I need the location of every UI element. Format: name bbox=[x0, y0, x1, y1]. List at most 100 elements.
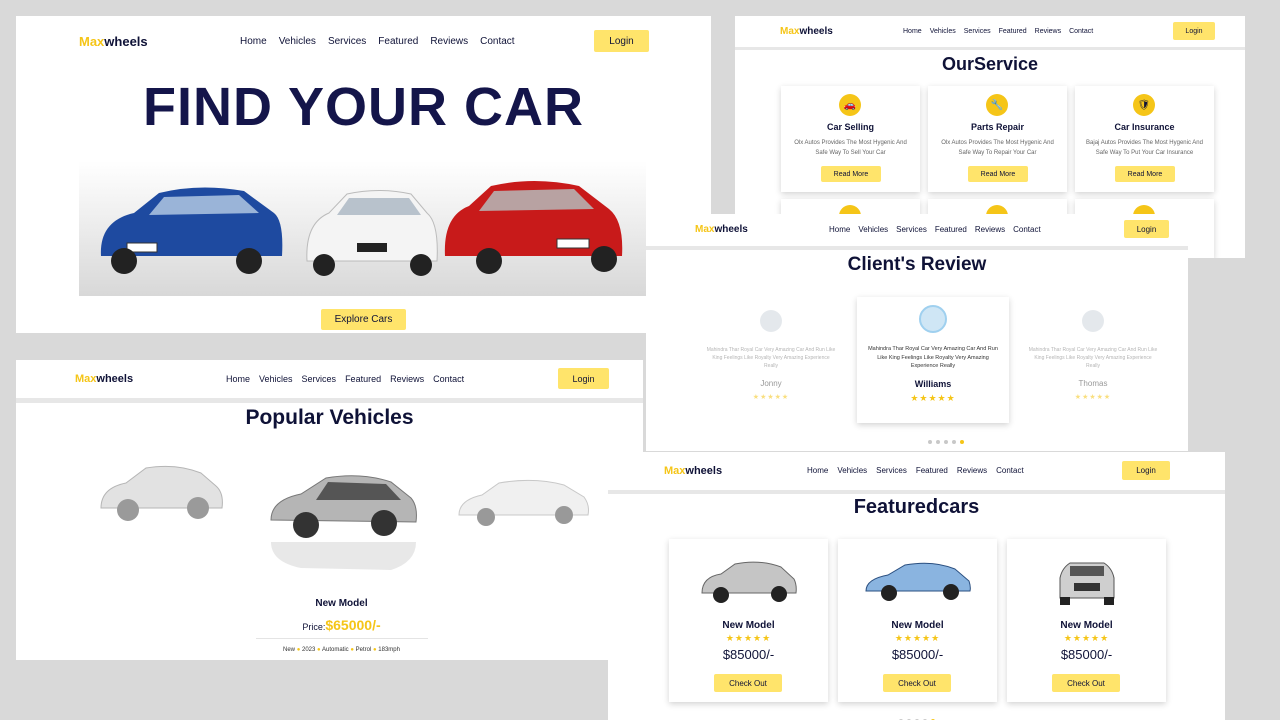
hero-headline: FIND YOUR CAR bbox=[142, 77, 585, 137]
spec-fuel: Petrol bbox=[355, 647, 372, 653]
read-more-button[interactable]: Read More bbox=[968, 166, 1028, 182]
service-card-parts-repair: 🔧 Parts Repair Olx Autos Provides The Mo… bbox=[928, 86, 1067, 192]
vehicle-specs: New ● 2023 ● Automatic ● Petrol ● 183mph bbox=[283, 647, 400, 653]
nav-links: Home Vehicles Services Featured Reviews … bbox=[829, 225, 1041, 234]
nav-featured[interactable]: Featured bbox=[378, 36, 418, 47]
section-title: Client's Review bbox=[646, 254, 1188, 276]
nav-reviews[interactable]: Reviews bbox=[430, 36, 468, 47]
price-label: Price: bbox=[302, 622, 326, 632]
logo[interactable]: Maxwheels bbox=[664, 465, 722, 477]
nav-reviews[interactable]: Reviews bbox=[957, 466, 987, 475]
title-highlight: Service bbox=[973, 54, 1039, 74]
avatar bbox=[919, 305, 947, 333]
login-button[interactable]: Login bbox=[1173, 22, 1215, 40]
navbar: Maxwheels Home Vehicles Services Feature… bbox=[608, 452, 1225, 489]
nav-contact[interactable]: Contact bbox=[480, 36, 514, 47]
spec-year: 2023 bbox=[301, 647, 316, 653]
logo[interactable]: Maxwheels bbox=[695, 224, 748, 235]
nav-links: Home Vehicles Services Featured Reviews … bbox=[240, 36, 515, 47]
title-highlight: Vehicles bbox=[329, 406, 414, 429]
nav-vehicles[interactable]: Vehicles bbox=[930, 28, 956, 35]
nav-reviews[interactable]: Reviews bbox=[1035, 28, 1061, 35]
nav-vehicles[interactable]: Vehicles bbox=[259, 374, 293, 384]
section-title: Featuredcars bbox=[608, 496, 1225, 519]
navbar: Maxwheels Home Vehicles Services Feature… bbox=[16, 16, 711, 66]
car-price: $85000/- bbox=[891, 647, 944, 662]
explore-cars-button[interactable]: Explore Cars bbox=[321, 309, 406, 330]
nav-links: Home Vehicles Services Featured Reviews … bbox=[807, 466, 1024, 475]
featured-panel: Maxwheels Home Vehicles Services Feature… bbox=[608, 452, 1225, 720]
login-button[interactable]: Login bbox=[1122, 461, 1170, 480]
review-card-side: Mahindra Thar Royal Car Very Amazing Car… bbox=[1028, 310, 1158, 401]
nav-links: Home Vehicles Services Featured Reviews … bbox=[903, 28, 1093, 35]
title-highlight: Review bbox=[920, 254, 987, 275]
avatar bbox=[760, 310, 782, 332]
nav-home[interactable]: Home bbox=[829, 225, 850, 234]
nav-services[interactable]: Services bbox=[896, 225, 927, 234]
nav-home[interactable]: Home bbox=[226, 374, 250, 384]
vehicle-model: New Model bbox=[315, 598, 368, 609]
nav-services[interactable]: Services bbox=[302, 374, 337, 384]
nav-reviews[interactable]: Reviews bbox=[975, 225, 1005, 234]
nav-home[interactable]: Home bbox=[903, 28, 922, 35]
logo[interactable]: Maxwheels bbox=[79, 34, 148, 49]
featured-car-image bbox=[700, 561, 797, 603]
review-text: Mahindra Thar Royal Car Very Amazing Car… bbox=[706, 347, 836, 369]
nav-services[interactable]: Services bbox=[964, 28, 991, 35]
read-more-button[interactable]: Read More bbox=[821, 166, 881, 182]
nav-contact[interactable]: Contact bbox=[1069, 28, 1093, 35]
service-text: Bajaj Autos Provides The Most Hygenic An… bbox=[1086, 140, 1203, 156]
review-card-active: Mahindra Thar Royal Car Very Amazing Car… bbox=[857, 297, 1009, 423]
carousel-dots[interactable] bbox=[608, 710, 1225, 720]
car-icon: 🚗 bbox=[839, 94, 861, 116]
service-text: Olx Autos Provides The Most Hygenic And … bbox=[941, 140, 1054, 156]
nav-contact[interactable]: Contact bbox=[433, 374, 464, 384]
read-more-button[interactable]: Read More bbox=[1115, 166, 1175, 182]
nav-featured[interactable]: Featured bbox=[916, 466, 948, 475]
featured-card: New Model ★★★★★ $85000/- Check Out bbox=[1007, 539, 1166, 702]
login-button[interactable]: Login bbox=[594, 30, 649, 52]
check-out-button[interactable]: Check Out bbox=[883, 674, 951, 692]
vehicle-price: Price:$65000/- bbox=[16, 617, 643, 635]
nav-contact[interactable]: Contact bbox=[996, 466, 1024, 475]
service-text: Olx Autos Provides The Most Hygenic And … bbox=[794, 140, 907, 156]
logo-prefix: Max bbox=[79, 33, 105, 49]
login-button[interactable]: Login bbox=[558, 368, 609, 389]
reviewer-name: Jonny bbox=[760, 379, 782, 388]
logo-suffix: wheels bbox=[799, 25, 833, 37]
nav-featured[interactable]: Featured bbox=[999, 28, 1027, 35]
nav-services[interactable]: Services bbox=[328, 36, 366, 47]
nav-vehicles[interactable]: Vehicles bbox=[858, 225, 888, 234]
nav-reviews[interactable]: Reviews bbox=[390, 374, 424, 384]
service-title: Car Selling bbox=[826, 122, 874, 132]
logo[interactable]: Maxwheels bbox=[75, 373, 133, 385]
review-card-side: Mahindra Thar Royal Car Very Amazing Car… bbox=[706, 310, 836, 401]
nav-vehicles[interactable]: Vehicles bbox=[279, 36, 316, 47]
logo[interactable]: Maxwheels bbox=[780, 26, 833, 37]
carousel-dots[interactable] bbox=[646, 431, 1188, 449]
reviews-panel: Maxwheels Home Vehicles Services Feature… bbox=[646, 214, 1188, 451]
rating-stars: ★★★★★ bbox=[752, 394, 790, 401]
nav-featured[interactable]: Featured bbox=[345, 374, 381, 384]
nav-vehicles[interactable]: Vehicles bbox=[837, 466, 867, 475]
title-highlight: Featured bbox=[853, 496, 939, 518]
login-button[interactable]: Login bbox=[1124, 220, 1169, 238]
logo-suffix: wheels bbox=[685, 464, 723, 477]
price-value: $65000/- bbox=[325, 617, 381, 633]
rating-stars: ★★★★★ bbox=[1063, 633, 1110, 643]
check-out-button[interactable]: Check Out bbox=[714, 674, 782, 692]
title-part: cars bbox=[938, 496, 980, 518]
nav-home[interactable]: Home bbox=[240, 36, 267, 47]
spec-condition: New bbox=[283, 647, 296, 653]
reviewer-name: Williams bbox=[914, 378, 952, 389]
nav-links: Home Vehicles Services Featured Reviews … bbox=[226, 374, 464, 384]
nav-contact[interactable]: Contact bbox=[1013, 225, 1041, 234]
nav-services[interactable]: Services bbox=[876, 466, 907, 475]
spec-speed: 183mph bbox=[378, 647, 400, 653]
service-card-car-selling: 🚗 Car Selling Olx Autos Provides The Mos… bbox=[781, 86, 920, 192]
featured-card: New Model ★★★★★ $85000/- Check Out bbox=[838, 539, 997, 702]
car-price: $85000/- bbox=[1060, 647, 1113, 662]
nav-featured[interactable]: Featured bbox=[935, 225, 967, 234]
check-out-button[interactable]: Check Out bbox=[1052, 674, 1120, 692]
nav-home[interactable]: Home bbox=[807, 466, 828, 475]
